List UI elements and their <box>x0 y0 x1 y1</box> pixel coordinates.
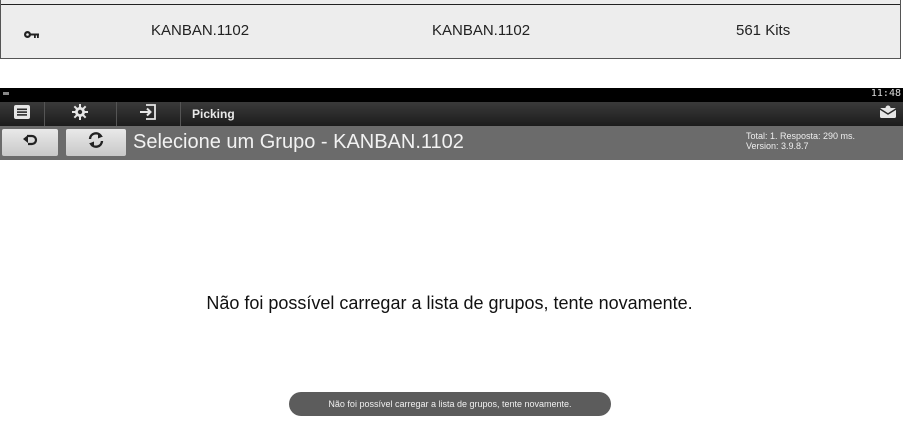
status-time: 11:48 <box>870 88 901 99</box>
login-button[interactable] <box>116 102 181 126</box>
table-row-divider <box>1 4 900 5</box>
toast-notification: Não foi possível carregar a lista de gru… <box>289 392 611 416</box>
table-row[interactable]: KANBAN.1102 KANBAN.1102 561 Kits <box>0 0 901 59</box>
table-cell-code: KANBAN.1102 <box>151 22 250 39</box>
gear-icon <box>72 103 88 125</box>
app-version: Version: 3.9.8.7 <box>746 141 809 151</box>
toolbar-title: Picking <box>192 107 235 121</box>
back-button[interactable] <box>2 129 58 156</box>
toolbar: Picking <box>0 102 903 126</box>
toast-text: Não foi possível carregar a lista de gru… <box>328 399 572 409</box>
messages-button[interactable] <box>873 102 903 126</box>
login-icon <box>139 103 157 125</box>
error-message-text: Não foi possível carregar a lista de gru… <box>206 293 693 313</box>
settings-button[interactable] <box>44 102 117 126</box>
list-icon <box>14 104 30 124</box>
table-cell-description: KANBAN.1102 <box>432 22 531 39</box>
response-total: Total: 1. Resposta: 290 ms. <box>746 131 856 141</box>
notification-indicator <box>3 92 9 95</box>
page-title: Selecione um Grupo - KANBAN.1102 <box>133 131 464 153</box>
refresh-button[interactable] <box>66 129 126 156</box>
error-message: Não foi possível carregar a lista de gru… <box>0 293 903 314</box>
status-bar: 11:48 <box>0 88 903 102</box>
page-header: Selecione um Grupo - KANBAN.1102 Total: … <box>0 126 903 160</box>
refresh-icon <box>87 132 105 153</box>
key-icon <box>23 26 39 44</box>
table-cell-quantity: 561 Kits <box>736 22 791 39</box>
envelope-icon <box>879 105 897 124</box>
back-arrow-icon <box>22 133 38 152</box>
menu-button[interactable] <box>0 102 45 126</box>
response-info: Total: 1. Resposta: 290 ms. Version: 3.9… <box>746 131 855 151</box>
